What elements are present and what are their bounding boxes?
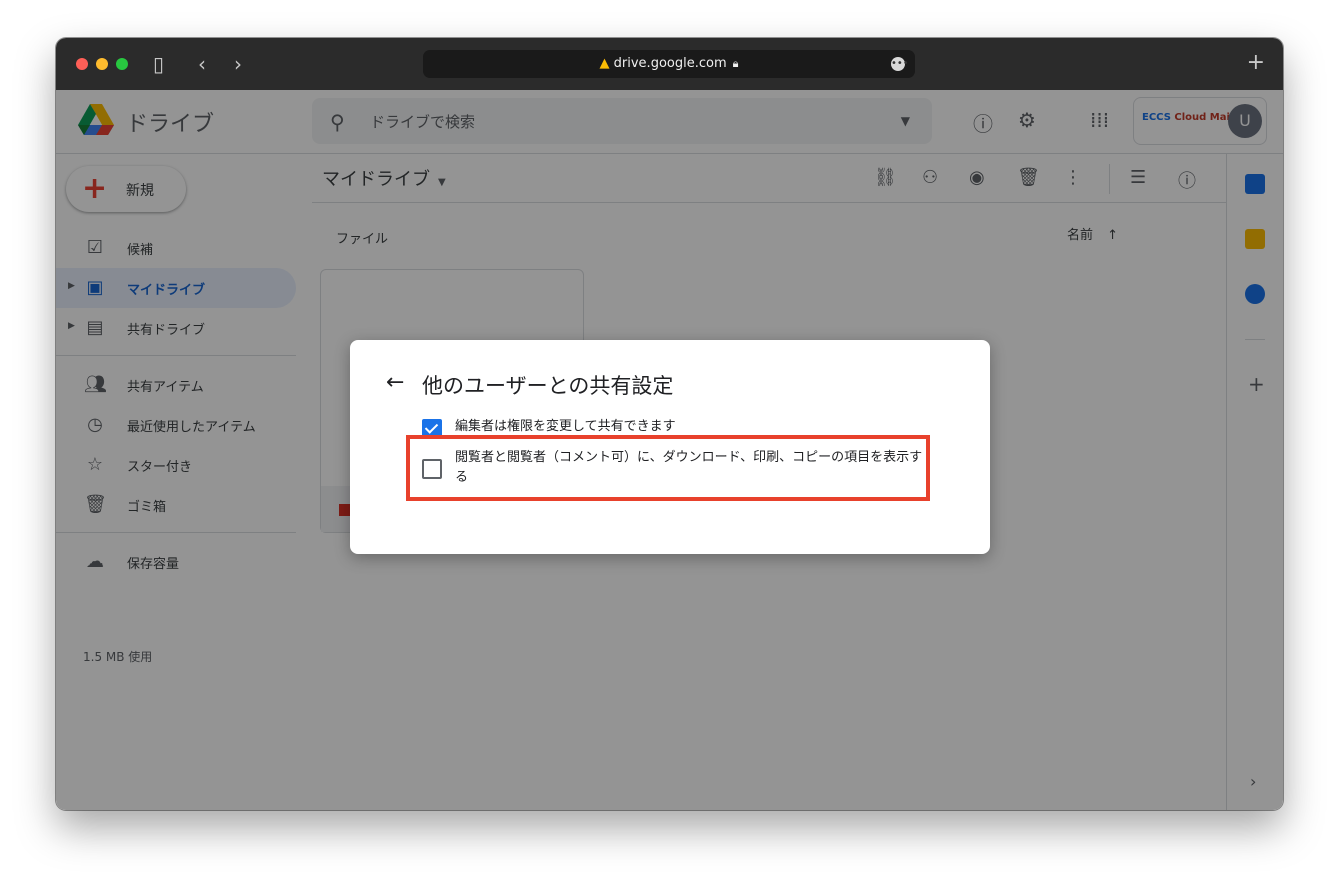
back-nav-icon[interactable]: ‹ (198, 52, 206, 76)
editors-can-share-label: 編集者は権限を変更して共有できます (455, 419, 676, 433)
address-bar[interactable]: ▲ drive.google.com 🔒︎ ••• (423, 50, 915, 78)
dialog-title: 他のユーザーとの共有設定 (422, 374, 674, 398)
highlight-annotation-box (406, 435, 930, 501)
page-menu-icon[interactable]: ••• (891, 57, 909, 71)
sharing-settings-dialog: ← 他のユーザーとの共有設定 編集者は権限を変更して共有できます 閲覧者と閲覧者… (350, 340, 990, 554)
new-tab-button[interactable]: + (1247, 50, 1265, 75)
lock-icon: 🔒︎ (732, 57, 739, 70)
browser-window: ▯ ‹ › ▲ drive.google.com 🔒︎ ••• + ドライブ ⚲ … (56, 38, 1283, 810)
sidebar-toggle-icon[interactable]: ▯ (153, 52, 164, 76)
forward-nav-icon[interactable]: › (234, 52, 242, 76)
maximize-window-button[interactable] (116, 58, 128, 70)
drive-favicon-icon: ▲ (599, 56, 610, 71)
minimize-window-button[interactable] (96, 58, 108, 70)
close-window-button[interactable] (76, 58, 88, 70)
url-text: drive.google.com (613, 56, 727, 71)
back-arrow-icon[interactable]: ← (386, 370, 404, 395)
browser-titlebar: ▯ ‹ › ▲ drive.google.com 🔒︎ ••• + (56, 38, 1283, 90)
